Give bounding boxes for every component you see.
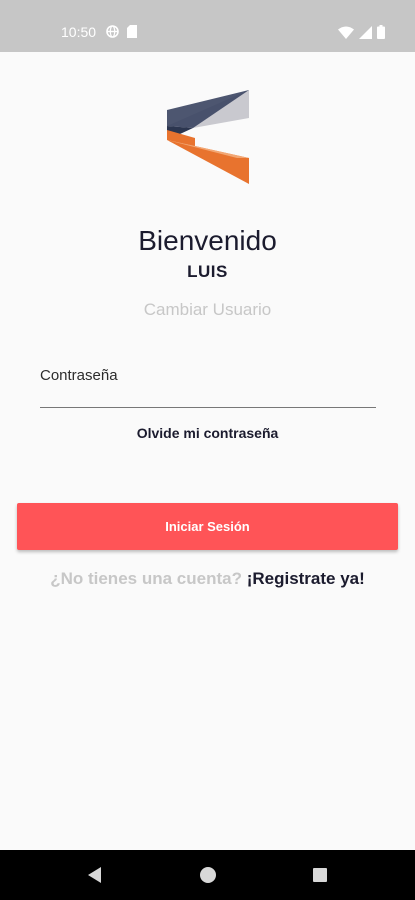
status-left-icons (106, 25, 137, 38)
app-logo (165, 88, 251, 184)
username: LUIS (187, 262, 228, 281)
status-right-icons (338, 25, 385, 39)
login-button[interactable]: Iniciar Sesión (17, 503, 398, 550)
password-label: Contraseña (40, 367, 118, 384)
password-field[interactable]: Contraseña (40, 360, 376, 408)
back-icon[interactable] (86, 866, 104, 884)
vpn-globe-icon (106, 25, 119, 38)
status-time: 10:50 (61, 24, 97, 40)
status-bar: 10:50 (0, 0, 415, 52)
register-link[interactable]: ¡Registrate ya! (247, 569, 365, 588)
home-icon[interactable] (199, 866, 217, 884)
signal-icon (359, 25, 372, 39)
wifi-icon (338, 26, 354, 39)
forgot-password-link[interactable]: Olvide mi contraseña (0, 424, 415, 442)
battery-icon (377, 25, 385, 39)
sd-card-icon (127, 25, 137, 38)
welcome-title: Bienvenido (138, 225, 277, 256)
register-prompt: ¿No tienes una cuenta? (50, 569, 242, 588)
navigation-bar (0, 850, 415, 900)
recents-icon[interactable] (311, 866, 329, 884)
register-line: ¿No tienes una cuenta? ¡Registrate ya! (0, 568, 415, 590)
change-user-link[interactable]: Cambiar Usuario (0, 299, 415, 321)
password-input[interactable] (40, 388, 376, 406)
